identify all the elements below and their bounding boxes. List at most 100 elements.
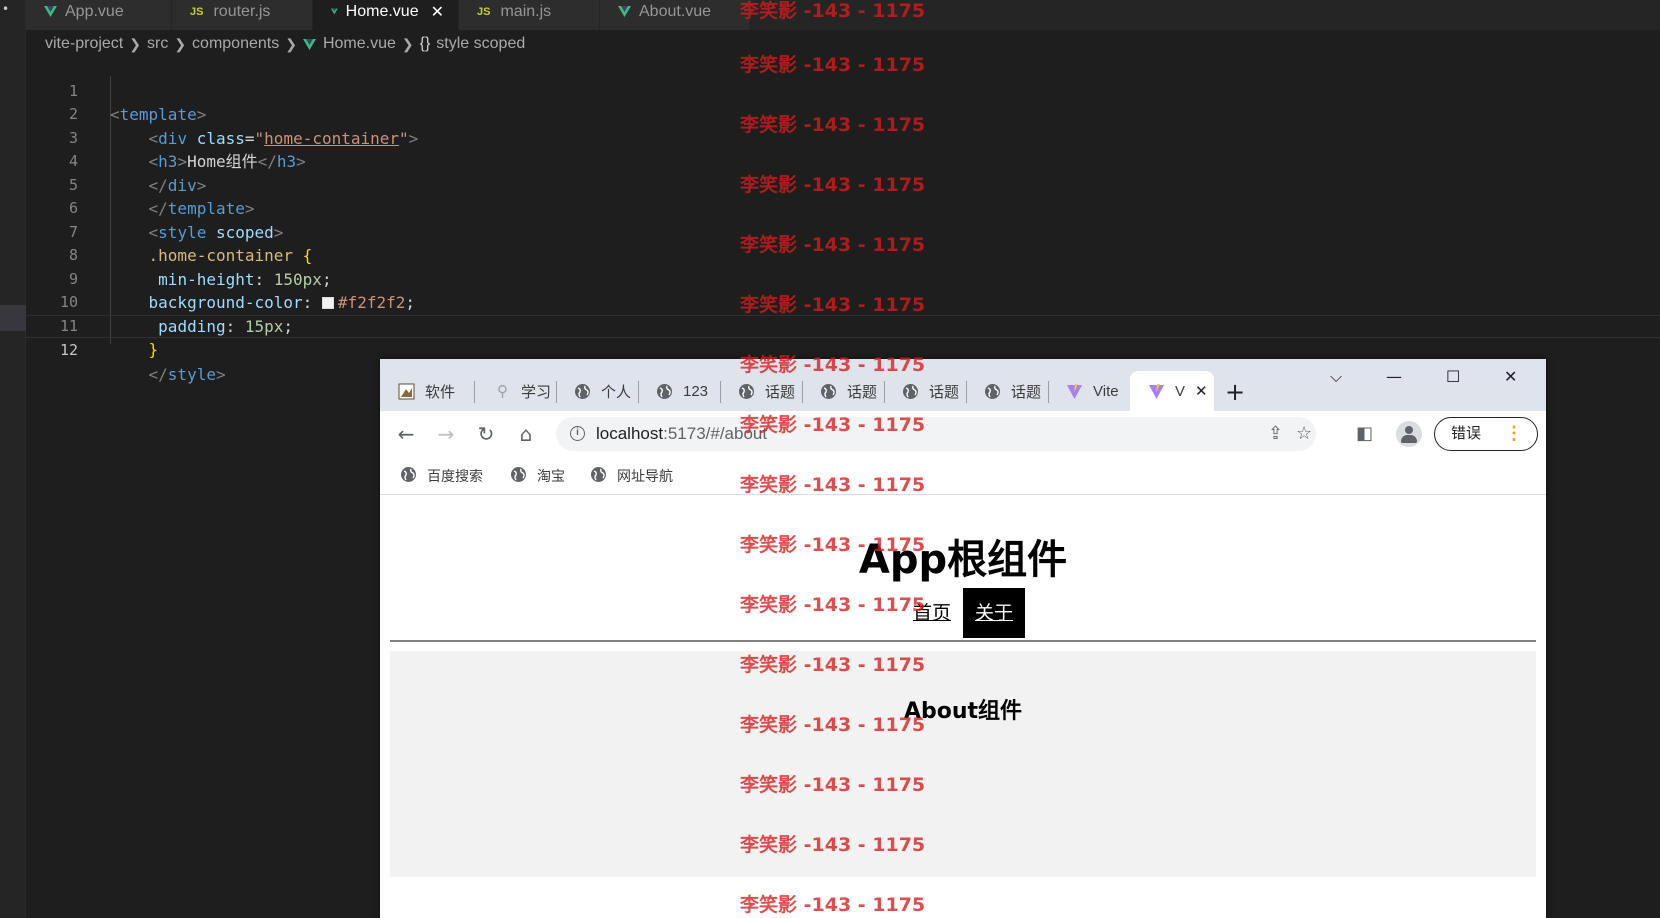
side-panel-icon[interactable]: ◧	[1356, 423, 1373, 444]
chevron-right-icon: ❯	[401, 35, 414, 52]
router-nav: 首页 关于	[380, 588, 1546, 638]
maximize-button[interactable]: ☐	[1446, 367, 1460, 386]
editor-tab-router-js[interactable]: JS router.js	[172, 0, 313, 30]
breadcrumb-item[interactable]: style scoped	[436, 35, 525, 53]
browser-tab[interactable]: 话题	[720, 371, 800, 411]
chevron-right-icon: ❯	[285, 35, 297, 52]
editor-tab-about-vue[interactable]: About.vue	[600, 0, 750, 30]
code-line-current: 12 </style>	[26, 314, 1660, 384]
address-bar[interactable]: i localhost:5173/#/about ⇪ ☆	[556, 417, 1316, 451]
browser-tab[interactable]: 软件	[380, 371, 468, 411]
globe-icon	[590, 466, 607, 486]
browser-tab-strip: 软件 ⚲ 学习 个人 123 话题 话题 话题 话题 Vite V ✕ + ⌵ …	[380, 359, 1546, 411]
nav-link-about[interactable]: 关于	[963, 588, 1026, 638]
new-tab-button[interactable]: +	[1225, 378, 1245, 406]
breadcrumb: vite-project ❯ src ❯ components ❯ Home.v…	[45, 32, 525, 56]
browser-toolbar: ← → ↻ ⌂ i localhost:5173/#/about ⇪ ☆ ◧ 错…	[380, 411, 1546, 457]
chevron-right-icon: ❯	[174, 35, 187, 52]
editor-tab-bar: App.vue JS router.js Home.vue ✕ JS main.…	[26, 0, 1660, 30]
globe-icon	[820, 383, 837, 400]
breadcrumb-item[interactable]: components	[192, 35, 279, 53]
reload-button[interactable]: ↻	[474, 422, 498, 446]
browser-tab-active[interactable]: V ✕	[1130, 371, 1214, 411]
editor-tab-app-vue[interactable]: App.vue	[26, 0, 172, 30]
globe-icon	[510, 466, 527, 486]
error-button[interactable]: 错误 ⋮	[1434, 417, 1538, 451]
browser-tab-label: 话题	[929, 383, 960, 401]
url-host: localhost	[596, 424, 664, 443]
page-title: App根组件	[858, 537, 1068, 583]
code-line: 2 <div class="home-container">	[26, 80, 1660, 148]
globe-icon	[738, 383, 755, 400]
forward-button[interactable]: →	[434, 422, 458, 446]
browser-tab-label: 个人	[601, 383, 632, 401]
browser-tab[interactable]: 话题	[802, 371, 882, 411]
browser-tab[interactable]: 123	[638, 371, 718, 411]
browser-tab[interactable]: 个人	[556, 371, 636, 411]
back-button[interactable]: ←	[394, 422, 418, 446]
close-window-button[interactable]: ✕	[1504, 367, 1517, 386]
bookmark-item[interactable]: 淘宝	[510, 466, 565, 486]
vue-file-icon	[44, 5, 57, 17]
code-text: }	[148, 340, 159, 359]
url-path: :5173/#/about	[663, 424, 768, 443]
star-icon[interactable]: ☆	[1296, 423, 1312, 444]
code-editor[interactable]: 1 <template> 2 <div class="home-containe…	[26, 56, 1660, 384]
share-icon[interactable]: ⇪	[1268, 423, 1283, 444]
about-container: About组件	[390, 651, 1536, 877]
bookmark-label: 淘宝	[537, 468, 565, 484]
code-line: 4 </div>	[26, 127, 1660, 195]
browser-tab-label: 话题	[1011, 383, 1042, 401]
breadcrumb-item[interactable]: vite-project	[45, 35, 123, 53]
code-line: 9 background-color: #f2f2f2;	[26, 244, 1660, 313]
nav-link-home[interactable]: 首页	[901, 588, 963, 638]
bookmark-item[interactable]: 网址导航	[590, 466, 673, 486]
close-icon[interactable]: ✕	[431, 2, 444, 22]
line-number: 12	[59, 341, 78, 359]
browser-tab-label: 学习	[521, 383, 552, 401]
editor-tab-label: Home.vue	[345, 3, 419, 20]
tag-name: style	[167, 364, 216, 384]
code-line: 11 }	[26, 291, 1660, 360]
url-text[interactable]: localhost:5173/#/about	[596, 424, 767, 444]
vite-logo-icon	[1066, 383, 1083, 400]
breadcrumb-item[interactable]: src	[147, 35, 168, 53]
code-line: 7 .home-container {	[26, 197, 1660, 266]
globe-icon	[574, 383, 591, 400]
browser-tab[interactable]: Vite	[1048, 371, 1130, 411]
code-line: 5 </template>	[26, 150, 1660, 219]
editor-tab-label: About.vue	[639, 3, 712, 20]
js-file-icon: JS	[477, 6, 491, 18]
vue-file-icon	[618, 5, 631, 17]
bookmark-label: 百度搜索	[427, 468, 483, 484]
vite-logo-icon	[1148, 383, 1165, 400]
tab-divider	[474, 381, 475, 403]
breadcrumb-item[interactable]: Home.vue	[323, 35, 396, 53]
editor-tab-home-vue[interactable]: Home.vue ✕	[313, 0, 459, 30]
chevron-down-icon[interactable]: ⌵	[1330, 367, 1342, 387]
image-favicon-icon	[398, 383, 415, 400]
browser-tab-label: 话题	[847, 383, 878, 401]
activity-bar-dot: •	[2, 2, 10, 16]
browser-tab[interactable]: ⚲ 学习	[476, 371, 556, 411]
globe-icon	[656, 383, 673, 400]
browser-tab-label: Vite	[1093, 382, 1119, 400]
browser-tab[interactable]: 话题	[884, 371, 964, 411]
vue-file-icon	[331, 8, 338, 14]
browser-tab[interactable]: 话题	[966, 371, 1046, 411]
activity-bar-selected-item[interactable]	[0, 305, 26, 331]
close-icon[interactable]: ✕	[1195, 382, 1208, 400]
editor-tab-main-js[interactable]: JS main.js	[459, 0, 600, 30]
minimize-button[interactable]: —	[1386, 367, 1402, 386]
code-line: 1 <template>	[26, 56, 1660, 125]
code-text: </style>	[148, 364, 226, 384]
chevron-right-icon: ❯	[129, 35, 141, 52]
bookmark-item[interactable]: 百度搜索	[400, 466, 483, 486]
about-heading: About组件	[903, 699, 1023, 724]
globe-icon	[902, 383, 919, 400]
more-menu-icon[interactable]: ⋮	[1505, 418, 1523, 449]
info-icon[interactable]: i	[570, 426, 585, 441]
home-icon[interactable]: ⌂	[514, 422, 538, 446]
editor-tab-label: App.vue	[65, 3, 124, 20]
profile-avatar[interactable]	[1396, 421, 1422, 447]
